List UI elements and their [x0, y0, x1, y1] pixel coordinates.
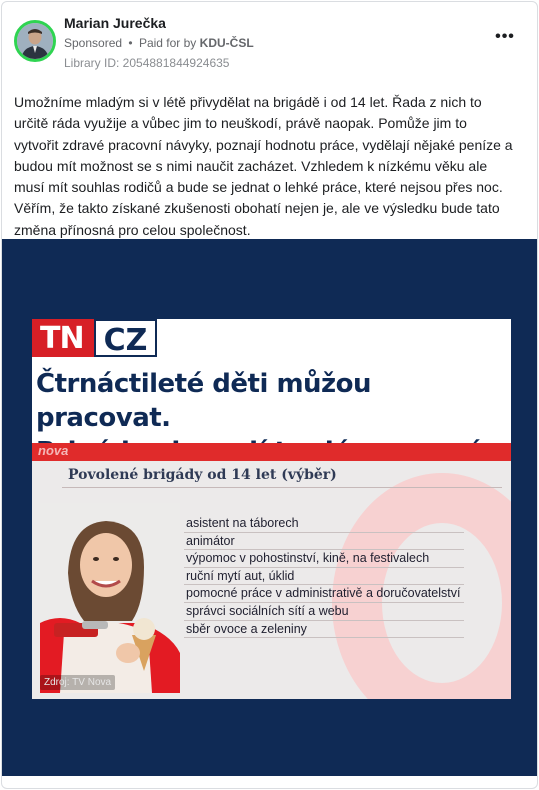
- list-item: sběr ovoce a zeleniny: [184, 621, 464, 639]
- ad-image[interactable]: TN CZ Čtrnáctileté děti můžou pracovat. …: [2, 239, 537, 776]
- sponsored-label: Sponsored: [64, 36, 123, 50]
- person-photo-icon: [17, 23, 53, 59]
- post-text: Umožníme mladým si v létě přivydělat na …: [14, 94, 513, 238]
- paid-for-by-link[interactable]: KDU-ČSL: [200, 36, 254, 50]
- logo-cz: CZ: [93, 319, 158, 358]
- library-id: Library ID: 2054881844924635: [64, 56, 230, 70]
- list-item: správci sociálních sítí a webu: [184, 603, 464, 621]
- list-item: výpomoc v pohostinství, kině, na festiva…: [184, 550, 464, 568]
- logo-tn: TN: [32, 319, 94, 357]
- list-item: animátor: [184, 533, 464, 551]
- tn-cz-logo: TN CZ: [32, 319, 158, 358]
- list-item: asistent na táborech: [184, 515, 464, 533]
- more-options-icon[interactable]: •••: [495, 29, 515, 46]
- girl-with-ice-cream-image: [40, 503, 180, 693]
- headline: Čtrnáctileté děti můžou pracovat. Brigád…: [32, 367, 511, 467]
- sponsored-line: Sponsored • Paid for by KDU-ČSL: [64, 36, 254, 50]
- info-panel: nova Povolené brigády od 14 let (výběr): [32, 443, 511, 699]
- paid-for-prefix: Paid for by: [138, 36, 197, 50]
- nova-tag: nova: [38, 443, 69, 458]
- source-credit: Zdroj: TV Nova: [40, 675, 116, 690]
- list-title: Povolené brigády od 14 let (výběr): [68, 467, 337, 483]
- headline-line-1: Čtrnáctileté děti můžou pracovat.: [36, 369, 372, 433]
- author-name[interactable]: Marian Jurečka: [64, 15, 166, 31]
- divider: [62, 487, 502, 488]
- job-list: asistent na táborech animátor výpomoc v …: [184, 515, 464, 639]
- news-graphic: TN CZ Čtrnáctileté děti můžou pracovat. …: [32, 319, 511, 699]
- ad-card: Marian Jurečka Sponsored • Paid for by K…: [1, 1, 538, 789]
- list-item: ruční mytí aut, úklid: [184, 568, 464, 586]
- avatar[interactable]: [14, 20, 56, 62]
- separator-dot: •: [128, 36, 133, 50]
- post-header: Marian Jurečka Sponsored • Paid for by K…: [2, 2, 537, 82]
- nova-strip: nova: [32, 443, 511, 461]
- list-item: pomocné práce v administrativě a doručov…: [184, 585, 464, 603]
